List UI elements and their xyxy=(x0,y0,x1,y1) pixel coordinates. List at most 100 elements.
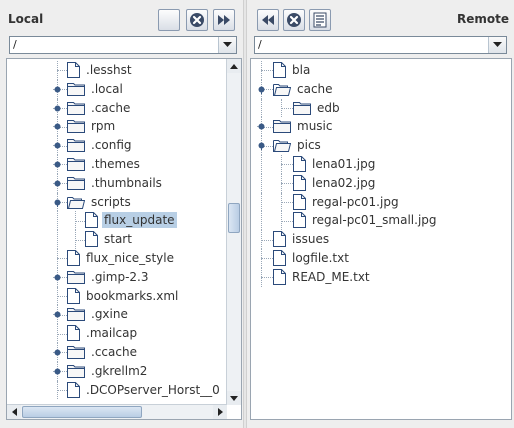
remote-stop-button[interactable] xyxy=(283,9,305,31)
folder-icon xyxy=(273,119,291,134)
horizontal-scroll-thumb[interactable] xyxy=(22,406,142,418)
remote-tree[interactable]: bla cache edb music pics lena01.jpg lena02.jpg… xyxy=(250,58,512,420)
tree-expanded-handle-icon[interactable] xyxy=(53,198,62,207)
tree-guide-line xyxy=(75,239,85,241)
tree-item[interactable]: logfile.txt xyxy=(273,249,351,267)
local-path-combo[interactable]: / xyxy=(9,36,237,54)
tree-item[interactable]: .themes xyxy=(67,155,142,173)
tree-collapsed-handle-icon[interactable] xyxy=(53,367,62,376)
scroll-right-icon[interactable] xyxy=(213,405,227,419)
tree-item[interactable]: lena01.jpg xyxy=(293,155,377,173)
remote-details-button[interactable] xyxy=(309,9,331,31)
file-icon xyxy=(67,250,80,266)
tree-item-label: READ_ME.txt xyxy=(292,269,370,284)
tree-item[interactable]: regal-pc01.jpg xyxy=(293,193,401,211)
tree-item[interactable]: rpm xyxy=(67,117,117,135)
tree-collapsed-handle-icon[interactable] xyxy=(53,104,62,113)
tree-collapsed-handle-icon[interactable] xyxy=(53,179,62,188)
vertical-scroll-thumb[interactable] xyxy=(228,202,240,233)
tree-item[interactable]: pics xyxy=(273,136,323,154)
folder-icon xyxy=(67,307,85,322)
tree-guide-line xyxy=(75,220,85,222)
local-pane: Local / .lesshst .local .cache rpm .config .t… xyxy=(0,0,243,428)
vertical-scrollbar[interactable] xyxy=(226,59,241,405)
file-icon xyxy=(85,231,98,248)
tree-item[interactable]: edb xyxy=(293,99,342,117)
tree-item-label: bookmarks.xml xyxy=(86,288,179,303)
remote-title: Remote xyxy=(457,12,510,26)
folder-icon xyxy=(67,270,85,284)
chevron-down-icon[interactable] xyxy=(488,37,506,53)
tree-item-label: logfile.txt xyxy=(292,251,349,265)
file-icon xyxy=(67,62,80,78)
file-icon xyxy=(293,212,306,229)
folder-open-icon xyxy=(67,195,85,209)
tree-item-label: issues xyxy=(292,232,330,247)
remote-pane: Remote / bla cache edb music pics lena01.jpg l… xyxy=(247,0,514,428)
scroll-down-icon[interactable] xyxy=(227,391,241,405)
local-upload-button[interactable] xyxy=(213,9,235,31)
folder-icon xyxy=(67,101,85,115)
tree-item[interactable]: bla xyxy=(273,61,312,79)
tree-item-label: .themes xyxy=(91,157,140,171)
upload-icon xyxy=(218,15,230,25)
tree-collapsed-handle-icon[interactable] xyxy=(53,122,62,131)
tree-collapsed-handle-icon[interactable] xyxy=(257,122,266,131)
tree-item-label: lena01.jpg xyxy=(312,157,376,171)
tree-item[interactable]: .mailcap xyxy=(67,324,139,342)
tree-expanded-handle-icon[interactable] xyxy=(257,141,266,151)
tree-item-label: .mailcap xyxy=(86,326,138,341)
file-icon xyxy=(85,212,98,229)
tree-item-label: .config xyxy=(91,138,132,153)
tree-guide-line xyxy=(261,239,273,241)
tree-item[interactable]: issues xyxy=(273,230,331,248)
tree-item[interactable]: .thumbnails xyxy=(67,174,164,192)
tree-item[interactable]: .gxine xyxy=(67,305,130,323)
folder-icon xyxy=(67,176,85,190)
tree-item-label: cache xyxy=(297,81,333,96)
tree-collapsed-handle-icon[interactable] xyxy=(53,273,62,282)
tree-collapsed-handle-icon[interactable] xyxy=(53,141,62,150)
tree-item[interactable]: start xyxy=(85,230,134,248)
tree-item[interactable]: .cache xyxy=(67,99,132,117)
tree-item[interactable]: .ccache xyxy=(67,343,139,361)
chevron-down-icon[interactable] xyxy=(218,37,236,53)
tree-item[interactable]: lena02.jpg xyxy=(293,174,377,192)
tree-item[interactable]: .lesshst xyxy=(67,61,134,79)
scroll-left-icon[interactable] xyxy=(7,405,21,419)
stop-icon xyxy=(190,13,204,27)
horizontal-scrollbar[interactable] xyxy=(7,404,227,419)
remote-path-combo[interactable]: / xyxy=(254,36,507,54)
tree-guide-line xyxy=(281,183,293,185)
tree-expanded-handle-icon[interactable] xyxy=(257,85,266,94)
tree-item[interactable]: music xyxy=(273,117,334,135)
tree-item[interactable]: .local xyxy=(67,80,125,98)
tree-item[interactable]: flux_nice_style xyxy=(67,249,176,267)
tree-item[interactable]: .gkrellm2 xyxy=(67,362,149,380)
file-icon xyxy=(273,250,286,266)
tree-collapsed-handle-icon[interactable] xyxy=(53,85,62,94)
tree-item-label: .lesshst xyxy=(86,63,132,77)
remote-download-button[interactable] xyxy=(257,9,279,31)
tree-item[interactable]: .gimp-2.3 xyxy=(67,268,151,286)
tree-item[interactable]: scripts xyxy=(67,193,133,211)
tree-collapsed-handle-icon[interactable] xyxy=(53,310,62,319)
local-tree[interactable]: .lesshst .local .cache rpm .config .themes .th… xyxy=(6,58,242,420)
folder-icon xyxy=(293,101,311,115)
tree-item[interactable]: READ_ME.txt xyxy=(273,268,372,286)
tree-item[interactable]: cache xyxy=(273,80,335,98)
tree-item[interactable]: .DCOPserver_Horst__0 xyxy=(67,381,222,399)
local-path-value: / xyxy=(13,38,17,51)
tree-item-label: .gxine xyxy=(91,307,128,322)
tree-collapsed-handle-icon[interactable] xyxy=(53,160,62,169)
tree-guide-line xyxy=(57,70,67,72)
tree-item[interactable]: .config xyxy=(67,136,134,154)
local-blank-button[interactable] xyxy=(158,9,180,31)
local-stop-button[interactable] xyxy=(186,9,208,31)
scroll-up-icon[interactable] xyxy=(227,59,241,73)
tree-item[interactable]: bookmarks.xml xyxy=(67,287,180,305)
tree-item[interactable]: regal-pc01_small.jpg xyxy=(293,211,439,229)
tree-item[interactable]: flux_update xyxy=(85,211,177,229)
tree-collapsed-handle-icon[interactable] xyxy=(53,348,62,357)
tree-guide-line xyxy=(281,164,293,166)
